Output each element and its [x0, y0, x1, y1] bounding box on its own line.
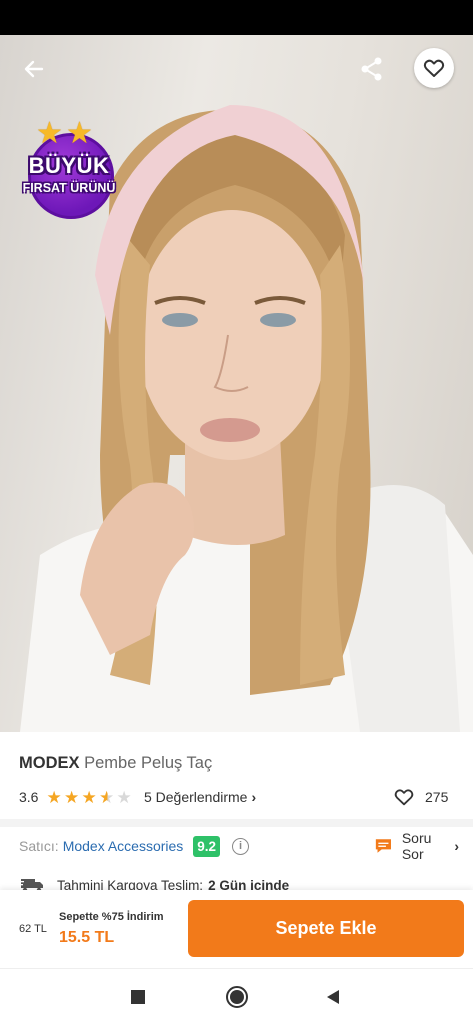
- star-icon: ★: [81, 787, 97, 807]
- back-nav-button[interactable]: [321, 985, 345, 1009]
- promo-label: Sepette %75 İndirim: [59, 911, 164, 923]
- seller-score-badge: 9.2: [193, 835, 221, 857]
- chevron-right-icon: ›: [454, 838, 459, 854]
- circle-nav-icon: [226, 986, 248, 1008]
- home-button[interactable]: [225, 985, 249, 1009]
- add-to-cart-button[interactable]: Sepete Ekle: [188, 900, 464, 957]
- share-icon: [361, 57, 382, 81]
- system-nav-bar: [0, 968, 473, 1024]
- product-title: MODEX Pembe Peluş Taç: [19, 754, 212, 773]
- star-icon: ★: [66, 117, 93, 150]
- brand-name[interactable]: MODEX: [19, 754, 80, 772]
- reviews-link[interactable]: 5 Değerlendirme ›: [144, 789, 256, 805]
- star-icon: ★: [63, 787, 80, 807]
- favorite-button[interactable]: [414, 48, 454, 88]
- back-arrow-icon: [24, 60, 44, 78]
- product-name: Pembe Peluş Taç: [84, 754, 213, 772]
- section-divider: [0, 819, 473, 827]
- rating-value: 3.6: [19, 789, 39, 805]
- seller-label: Satıcı:: [19, 838, 59, 854]
- seller-row: Satıcı: Modex Accessories 9.2 i Soru Sor…: [19, 830, 459, 862]
- reviews-label: 5 Değerlendirme: [143, 789, 248, 805]
- badge-title: BÜYÜK: [28, 153, 110, 178]
- star-icon: ★: [116, 787, 132, 807]
- ask-label: Soru Sor: [401, 830, 432, 862]
- original-price: 62 TL: [19, 923, 47, 935]
- seller-name-link[interactable]: Modex Accessories: [63, 838, 184, 854]
- like-count: 275: [425, 789, 449, 805]
- share-button[interactable]: [352, 49, 392, 89]
- info-icon[interactable]: i: [232, 837, 250, 855]
- badge-subtitle: FIRSAT ÜRÜNÜ: [22, 181, 116, 195]
- discounted-price: 15.5 TL: [59, 929, 115, 946]
- star-icon: ★: [36, 117, 63, 150]
- square-nav-icon: [131, 990, 145, 1004]
- star-icon: ★: [46, 787, 62, 807]
- product-image[interactable]: ★ ★ BÜYÜK FIRSAT ÜRÜNÜ: [0, 35, 473, 732]
- chat-icon: [375, 839, 391, 853]
- rating-row: 3.6 ★ ★ ★ ★ ★ 5 Değerlendirme ›: [19, 787, 256, 807]
- triangle-nav-icon: [327, 990, 339, 1004]
- purchase-bar: 62 TL Sepette %75 İndirim 15.5 TL Sepete…: [0, 890, 473, 968]
- ask-question-button[interactable]: Soru Sor ›: [375, 830, 459, 862]
- heart-icon: [423, 59, 445, 77]
- big-opportunity-badge: ★ ★ BÜYÜK FIRSAT ÜRÜNÜ: [10, 119, 128, 219]
- heart-icon: [394, 789, 414, 806]
- recents-button[interactable]: [126, 985, 150, 1009]
- rating-stars: ★ ★ ★ ★ ★: [46, 789, 134, 806]
- like-counter[interactable]: 275: [393, 786, 448, 808]
- status-bar: [0, 0, 473, 35]
- star-icon: ★: [98, 787, 115, 807]
- chevron-right-icon: ›: [251, 789, 257, 805]
- back-button[interactable]: [14, 49, 54, 89]
